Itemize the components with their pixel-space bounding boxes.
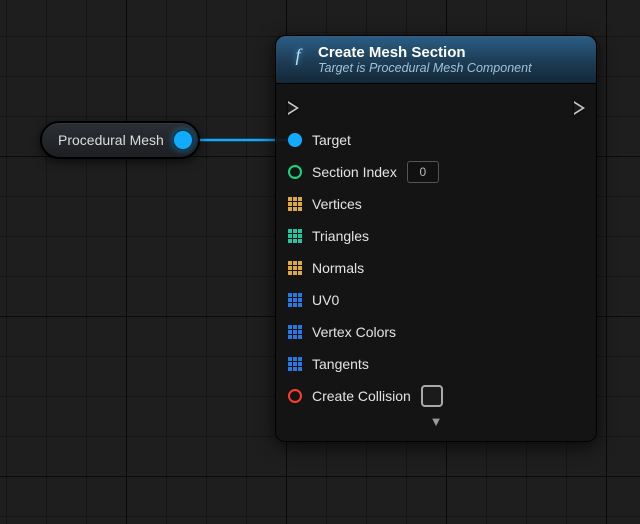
exec-row <box>288 92 584 124</box>
create-collision-checkbox[interactable] <box>421 385 443 407</box>
input-pin-normals-label: Normals <box>312 260 364 276</box>
function-node-create-mesh-section[interactable]: f Create Mesh Section Target is Procedur… <box>275 35 597 442</box>
input-pin-section-index-label: Section Index <box>312 164 397 180</box>
input-pin-vertex-colors-label: Vertex Colors <box>312 324 396 340</box>
function-node-header[interactable]: f Create Mesh Section Target is Procedur… <box>276 36 596 84</box>
input-pin-vertices[interactable] <box>288 197 302 211</box>
input-pin-target-label: Target <box>312 132 351 148</box>
chevron-down-icon: ▼ <box>430 414 443 429</box>
input-pin-uv0-label: UV0 <box>312 292 339 308</box>
input-pin-target[interactable] <box>288 133 302 147</box>
function-node-body: Target Section Index 0 Vertices Triangle… <box>276 84 596 441</box>
exec-input-pin[interactable] <box>288 93 298 123</box>
input-pin-target-row: Target <box>288 124 584 156</box>
input-pin-create-collision[interactable] <box>288 389 302 403</box>
output-pin-object[interactable] <box>174 131 192 149</box>
function-icon: f <box>288 44 308 66</box>
variable-node-procedural-mesh[interactable]: Procedural Mesh <box>40 121 200 159</box>
input-pin-triangles-row: Triangles <box>288 220 584 252</box>
exec-output-pin[interactable] <box>574 93 584 123</box>
input-pin-triangles[interactable] <box>288 229 302 243</box>
input-pin-vertex-colors-row: Vertex Colors <box>288 316 584 348</box>
input-pin-vertices-label: Vertices <box>312 196 362 212</box>
input-pin-normals-row: Normals <box>288 252 584 284</box>
input-pin-tangents[interactable] <box>288 357 302 371</box>
input-pin-normals[interactable] <box>288 261 302 275</box>
input-pin-create-collision-label: Create Collision <box>312 388 411 404</box>
blueprint-graph-canvas[interactable]: Procedural Mesh f Create Mesh Section Ta… <box>0 0 640 524</box>
function-node-subtitle: Target is Procedural Mesh Component <box>318 61 532 75</box>
input-pin-section-index[interactable] <box>288 165 302 179</box>
input-pin-section-index-row: Section Index 0 <box>288 156 584 188</box>
expand-node-toggle[interactable]: ▼ <box>288 412 584 435</box>
input-section-index-value[interactable]: 0 <box>407 161 439 183</box>
function-node-title: Create Mesh Section <box>318 44 532 61</box>
input-pin-triangles-label: Triangles <box>312 228 369 244</box>
input-pin-vertex-colors[interactable] <box>288 325 302 339</box>
input-pin-tangents-row: Tangents <box>288 348 584 380</box>
input-pin-vertices-row: Vertices <box>288 188 584 220</box>
input-pin-create-collision-row: Create Collision <box>288 380 584 412</box>
variable-node-label: Procedural Mesh <box>58 132 164 148</box>
input-pin-uv0-row: UV0 <box>288 284 584 316</box>
input-pin-uv0[interactable] <box>288 293 302 307</box>
input-pin-tangents-label: Tangents <box>312 356 369 372</box>
